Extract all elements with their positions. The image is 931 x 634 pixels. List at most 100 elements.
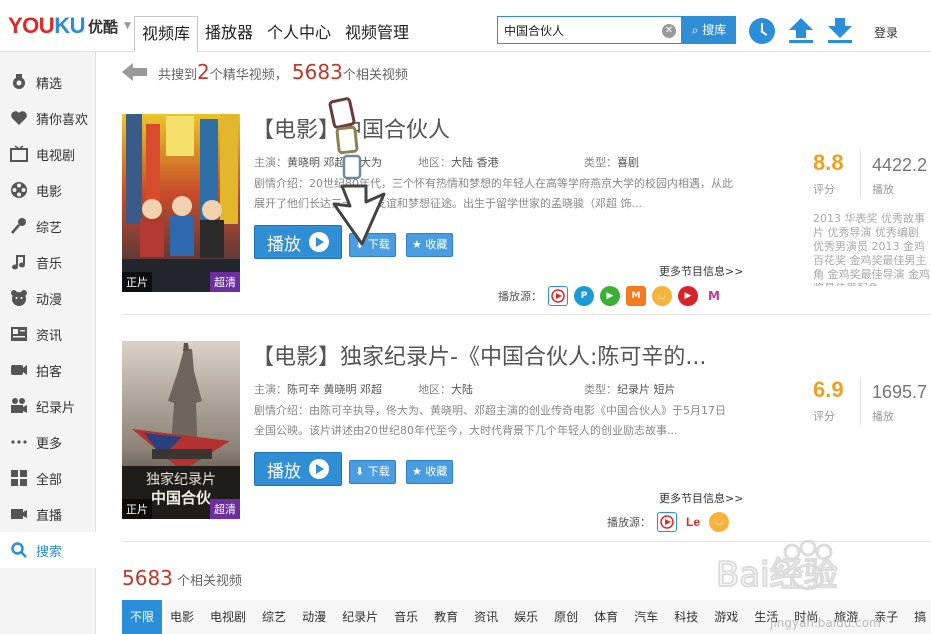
more-info-link[interactable]: 更多节目信息>> xyxy=(659,263,743,279)
play-count-label: 播放 xyxy=(872,183,894,196)
category-auto[interactable]: 汽车 xyxy=(626,600,666,634)
category-anime[interactable]: 动漫 xyxy=(294,600,334,634)
upload-arrow-icon[interactable] xyxy=(787,16,815,44)
nav-tab-personal-center[interactable]: 个人中心 xyxy=(260,16,338,52)
sidebar-item-featured[interactable]: 精选 xyxy=(0,64,96,100)
microphone-icon xyxy=(11,218,26,234)
sidebar-item-news[interactable]: 资讯 xyxy=(0,316,96,352)
stats-divider xyxy=(860,377,861,425)
sidebar-item-label: 音乐 xyxy=(36,256,63,272)
sidebar-item-variety[interactable]: 综艺 xyxy=(0,208,96,244)
category-documentary[interactable]: 纪录片 xyxy=(334,600,386,634)
category-tv[interactable]: 电视剧 xyxy=(202,600,254,634)
download-arrow-icon[interactable] xyxy=(826,16,854,44)
sources-label: 播放源： xyxy=(607,516,651,529)
result-cast: 主演：陈可辛 黄晓明 邓超 xyxy=(254,383,382,396)
sidebar-item-tv-series[interactable]: 电视剧 xyxy=(0,136,96,172)
category-music[interactable]: 音乐 xyxy=(386,600,426,634)
rating-score: 8.8 xyxy=(813,150,844,175)
favorite-button[interactable]: ★ 收藏 xyxy=(406,460,454,484)
sidebar-item-live[interactable]: 直播 xyxy=(0,496,96,532)
sidebar-item-movies[interactable]: 电影 xyxy=(0,172,96,208)
search-button[interactable]: ⌕ 搜库 xyxy=(682,16,736,44)
result-title[interactable]: 【电影】独家纪录片-《中国合伙人:陈可辛的... xyxy=(252,339,706,371)
category-movie[interactable]: 电影 xyxy=(162,600,202,634)
sidebar-item-guess-you-like[interactable]: 猜你喜欢 xyxy=(0,100,96,136)
youku-icon[interactable] xyxy=(548,286,568,306)
sohu-icon[interactable]: ◡ xyxy=(652,286,672,306)
category-all[interactable]: 不限 xyxy=(122,600,163,634)
history-clock-icon[interactable] xyxy=(749,18,775,44)
search-input[interactable] xyxy=(498,17,658,43)
sidebar-item-music[interactable]: 音乐 xyxy=(0,244,96,280)
play-button[interactable]: 播放 xyxy=(254,452,342,486)
poster-title-text: 独家纪录片 xyxy=(146,471,216,488)
play-button[interactable]: 播放 xyxy=(254,225,342,259)
sohu-icon[interactable]: ◡ xyxy=(709,512,729,532)
download-icon: ⬇ xyxy=(355,465,365,478)
play-count: 1695.7 xyxy=(872,382,928,402)
sidebar-item-search[interactable]: 搜索 xyxy=(0,532,96,568)
chevron-down-icon[interactable]: ▼ xyxy=(124,21,131,31)
sidebar-item-anime[interactable]: 动漫 xyxy=(0,280,96,316)
result-cast: 主演：黄晓明 邓超 佟大为 xyxy=(254,156,382,169)
sidebar-item-documentary[interactable]: 纪录片 xyxy=(0,388,96,424)
login-link[interactable]: 登录 xyxy=(874,24,898,41)
sidebar-item-label: 搜索 xyxy=(36,544,63,560)
result-region: 地区：大陆 香港 xyxy=(418,156,499,169)
search-icon xyxy=(11,542,27,558)
nav-tab-player[interactable]: 播放器 xyxy=(198,16,260,52)
result-genre: 类型：喜剧 xyxy=(584,156,639,169)
iqiyi-icon[interactable]: ▶ xyxy=(600,286,620,306)
sidebar-item-label: 猜你喜欢 xyxy=(36,112,89,128)
play-circle-icon xyxy=(309,232,329,252)
related-suffix: 个相关视频 xyxy=(342,68,408,83)
poster-result-2[interactable]: 独家纪录片 中国合伙 正片 超清 xyxy=(122,341,240,519)
related-count: 5683 xyxy=(291,60,343,84)
nav-tab-video-management[interactable]: 视频管理 xyxy=(338,16,416,52)
poster-result-1[interactable]: 正片 超清 xyxy=(122,114,240,292)
result-region: 地区：大陆 xyxy=(418,383,473,396)
favorite-button[interactable]: ★ 收藏 xyxy=(406,233,454,257)
sidebar-item-more[interactable]: 更多 xyxy=(0,424,96,460)
download-button[interactable]: ⬇ 下载 xyxy=(349,233,396,257)
category-tech[interactable]: 科技 xyxy=(666,600,706,634)
more-info-link[interactable]: 更多节目信息>> xyxy=(659,490,743,506)
download-icon: ⬇ xyxy=(355,238,365,251)
play-count-label: 播放 xyxy=(872,410,894,423)
logo-wordmark: YOUKU xyxy=(8,13,85,38)
play-sources: 播放源： P ▶ M ◡ ▶ M xyxy=(498,286,724,306)
pptv-icon[interactable]: P xyxy=(574,286,594,306)
category-sports[interactable]: 体育 xyxy=(586,600,626,634)
letv-icon[interactable]: Le xyxy=(683,512,703,532)
related-suffix: 个相关视频 xyxy=(177,574,243,589)
sidebar-item-paike[interactable]: 拍客 xyxy=(0,352,96,388)
category-education[interactable]: 教育 xyxy=(426,600,466,634)
live-camera-icon xyxy=(11,509,27,519)
more-dots-icon xyxy=(11,440,27,444)
youku-icon[interactable] xyxy=(657,512,677,532)
m1905-icon[interactable]: M xyxy=(704,286,724,306)
category-variety[interactable]: 综艺 xyxy=(254,600,294,634)
tencent-icon[interactable]: ▶ xyxy=(678,286,698,306)
nav-tab-video-library[interactable]: 视频库 xyxy=(134,16,199,52)
sidebar-item-all[interactable]: 全部 xyxy=(0,460,96,496)
sidebar-item-label: 电影 xyxy=(36,184,63,200)
tv-icon xyxy=(10,145,28,162)
result-divider xyxy=(122,314,931,315)
category-original[interactable]: 原创 xyxy=(546,600,586,634)
sidebar-item-label: 纪录片 xyxy=(36,400,76,416)
play-label: 播放 xyxy=(267,461,301,482)
result-title[interactable]: 【电影】中国合伙人 xyxy=(252,112,450,144)
youku-logo[interactable]: YOUKU 优酷 ▼ xyxy=(8,13,131,39)
sidebar-item-label: 综艺 xyxy=(36,220,63,236)
download-button[interactable]: ⬇ 下载 xyxy=(349,460,396,484)
back-arrow-icon[interactable] xyxy=(122,62,148,82)
sidebar-item-label: 拍客 xyxy=(36,364,63,380)
category-news[interactable]: 资讯 xyxy=(466,600,506,634)
category-entertainment[interactable]: 娱乐 xyxy=(506,600,546,634)
watermark-text: Bai经验 xyxy=(716,555,838,595)
clear-search-icon[interactable]: ✕ xyxy=(662,24,676,38)
mango-icon[interactable]: M xyxy=(626,286,646,306)
heart-icon xyxy=(11,111,27,125)
